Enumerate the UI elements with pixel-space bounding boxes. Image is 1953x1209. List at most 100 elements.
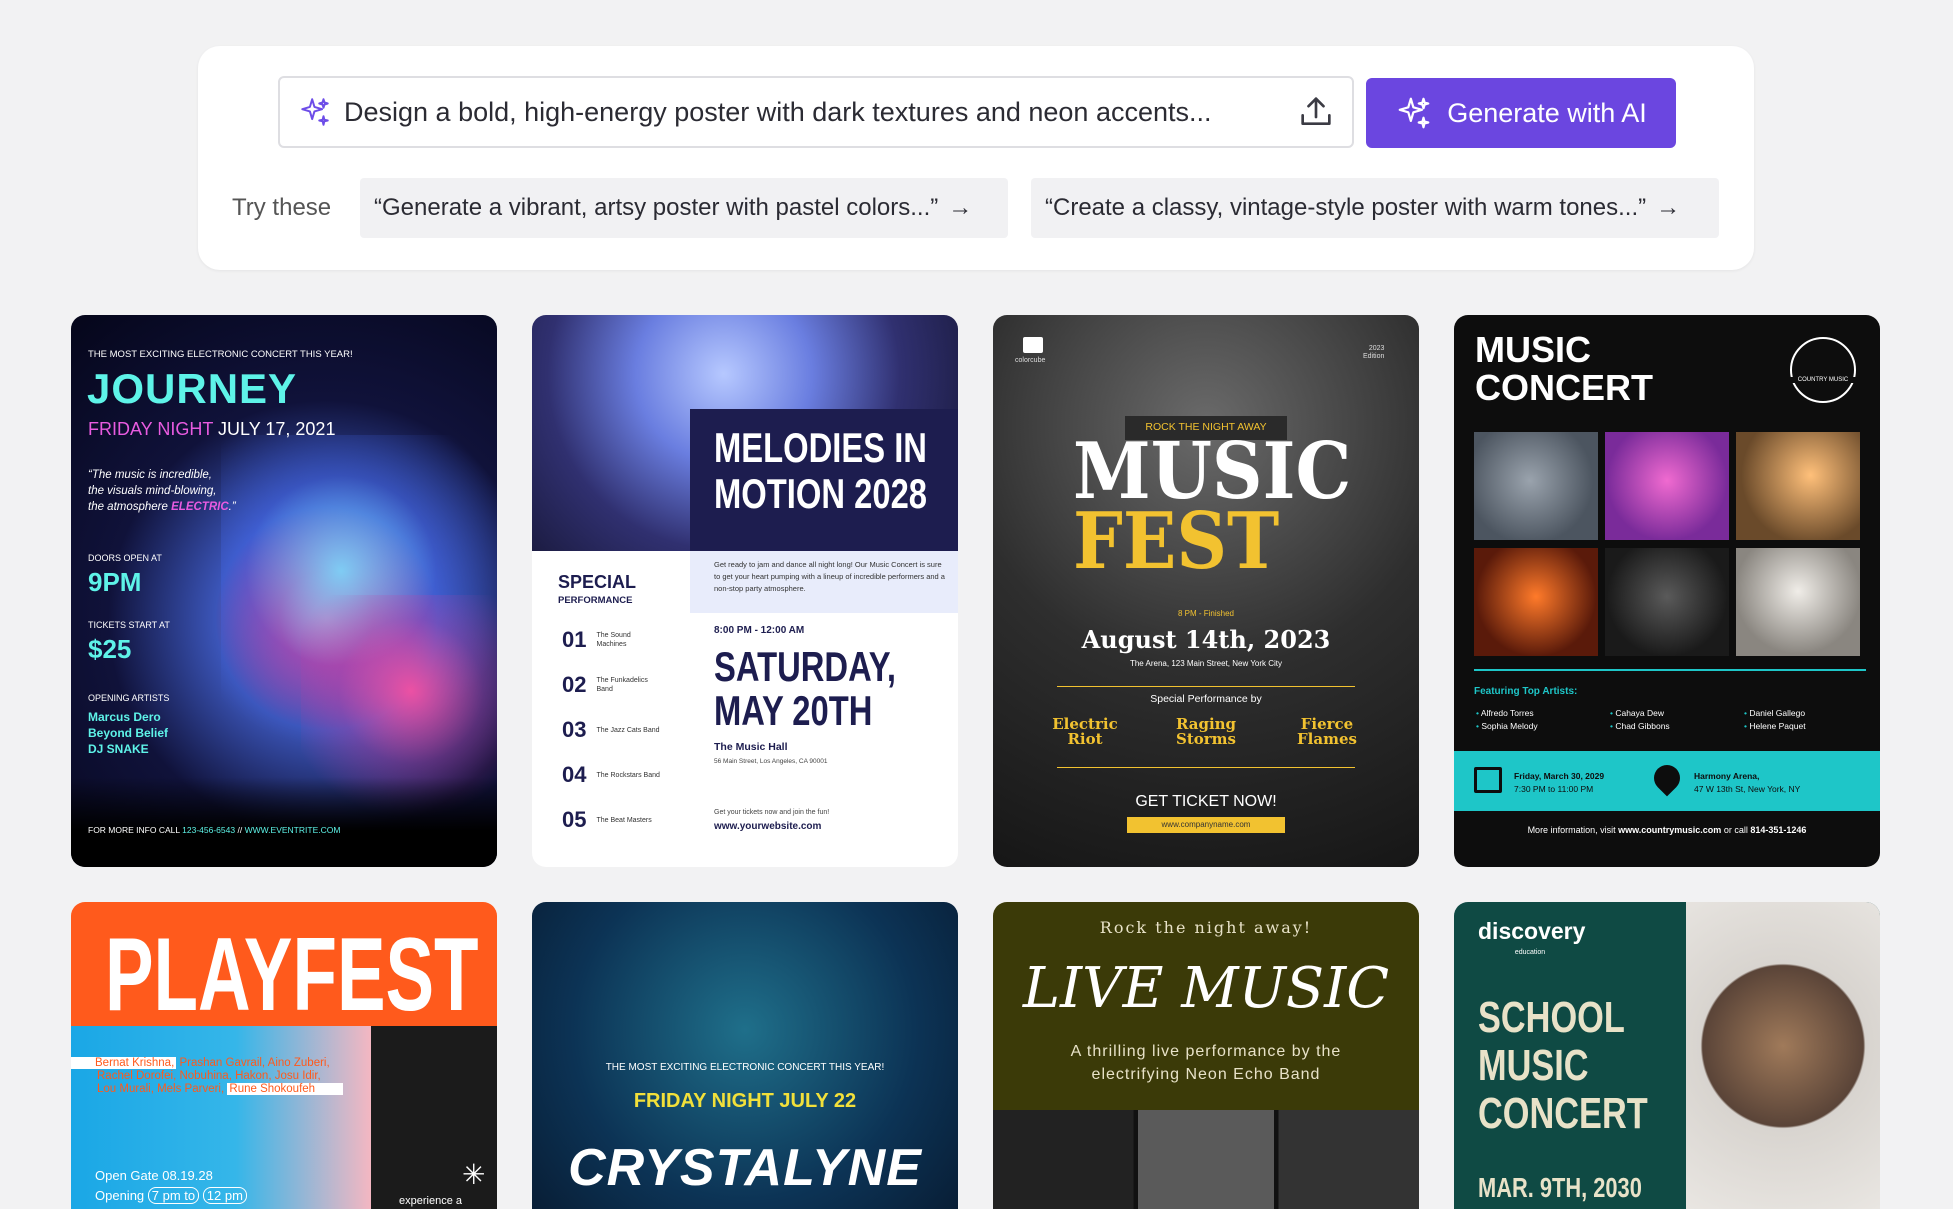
quote-highlight: ELECTRIC — [171, 501, 229, 513]
poster-playfest[interactable]: PLAYFEST Bernat Krishna, Prashan Gavrail… — [71, 902, 497, 1209]
upload-icon[interactable] — [1296, 92, 1336, 132]
suggestion-chip-pastel[interactable]: “Generate a vibrant, artsy poster with p… — [360, 178, 1008, 238]
poster-time: 8:00 PM - 12:00 AM — [714, 625, 805, 636]
special-label: Special Performance by — [1150, 693, 1262, 705]
lineup-name: Lou Murali, Mels Parveri, — [97, 1083, 225, 1095]
artist-column: • Cahaya Dew • Chad Gibbons — [1610, 707, 1670, 733]
doors-value: 9PM — [88, 567, 142, 597]
poster-title: PLAYFEST — [105, 917, 479, 1033]
footer-part: or call — [1723, 825, 1748, 835]
generate-with-ai-button[interactable]: Generate with AI — [1366, 78, 1676, 148]
prompt-input[interactable]: Design a bold, high-energy poster with d… — [278, 76, 1354, 148]
footer-part: www.countrymusic.com — [1618, 825, 1722, 835]
poster-kicker: THE MOST EXCITING ELECTRONIC CONCERT THI… — [88, 349, 353, 360]
act-row: 03 The Jazz Cats Band — [562, 717, 692, 743]
act-name: The Sound Machines — [596, 632, 631, 648]
poster-crystalyne[interactable]: THE MOST EXCITING ELECTRONIC CONCERT THI… — [532, 902, 958, 1209]
poster-music-fest[interactable]: colorcube 2023 Edition ROCK THE NIGHT AW… — [993, 315, 1419, 867]
asterisk-icon: ✳ — [462, 1159, 486, 1190]
suggestion-chip-vintage[interactable]: “Create a classy, vintage-style poster w… — [1031, 178, 1719, 238]
badge-label: COUNTRY MUSIC — [1790, 377, 1856, 383]
artist-photo — [1736, 548, 1860, 656]
title-line: MELODIES IN — [714, 424, 927, 471]
poster-description: Get ready to jam and dance all night lon… — [714, 560, 945, 593]
title-line: MUSIC — [1475, 329, 1591, 370]
poster-footer: More information, visit www.countrymusic… — [1454, 825, 1880, 835]
lineup-name: Prashan Gavrail, Aino Zuberi, — [179, 1057, 330, 1069]
quote-line: .” — [228, 501, 236, 513]
act-number: 02 — [562, 672, 587, 697]
date-part: FRIDAY NIGHT — [88, 419, 214, 439]
title-line: MUSIC — [1478, 1041, 1589, 1090]
poster-title: CRYSTALYNE — [568, 1139, 922, 1197]
artist-name: • Cahaya Dew — [1610, 708, 1665, 718]
cta-text: GET TICKET NOW! — [1135, 793, 1277, 810]
poster-live-music[interactable]: Rock the night away! LIVE MUSIC A thrill… — [993, 902, 1419, 1209]
artist-name: • Sophia Melody — [1476, 721, 1538, 731]
poster-melodies[interactable]: MELODIES IN MOTION 2028 SPECIAL PERFORMA… — [532, 315, 958, 867]
divider — [1057, 767, 1355, 768]
act-row: 02 The Funkadelics Band — [562, 672, 692, 698]
title-line: CONCERT — [1478, 1089, 1648, 1138]
prompt-card: Design a bold, high-energy poster with d… — [198, 46, 1754, 270]
artists-label: OPENING ARTISTS — [88, 693, 170, 703]
artist-name: • Daniel Gallego — [1744, 708, 1806, 718]
artist-photo — [1605, 432, 1729, 540]
edition: 2023 Edition — [1363, 345, 1384, 361]
poster-venue: The Arena, 123 Main Street, New York Cit… — [1129, 659, 1283, 668]
website: www.companyname.com — [1127, 817, 1285, 833]
poster-title: MELODIES IN MOTION 2028 — [714, 425, 927, 517]
lineup-name: Rune Shokoufeh — [227, 1083, 344, 1095]
act-number: 05 — [562, 807, 587, 832]
cube-logo-icon — [1023, 337, 1043, 353]
poster-music-concert[interactable]: MUSIC CONCERT COUNTRY MUSIC Featuring To… — [1454, 315, 1880, 867]
website: www.yourwebsite.com — [714, 821, 822, 832]
artist-text: Chad Gibbons — [1615, 721, 1670, 731]
opening-part: Opening — [95, 1188, 145, 1203]
special-label: SPECIAL — [558, 572, 637, 592]
opening-time: Opening 7 pm to 12 pm — [95, 1187, 247, 1204]
poster-date: FRIDAY NIGHT JULY 22 — [633, 1090, 857, 1112]
act-row: 05 The Beat Masters — [562, 807, 692, 833]
title-line: FEST — [1073, 496, 1280, 587]
date-line: 7:30 PM to 11:00 PM — [1514, 784, 1594, 794]
poster-title: SCHOOL MUSIC CONCERT — [1478, 994, 1648, 1138]
poster-journey[interactable]: THE MOST EXCITING ELECTRONIC CONCERT THI… — [71, 315, 497, 867]
poster-date: FRIDAY NIGHT JULY 17, 2021 — [88, 419, 335, 440]
poster-date: August 14th, 2023 — [1081, 625, 1331, 654]
cta-text: Get your tickets now and join the fun! — [714, 809, 830, 816]
venue-line: 47 W 13th St, New York, NY — [1694, 784, 1801, 794]
title-line: CONCERT — [1475, 367, 1653, 408]
lineup-name: Bernat Krishna, — [71, 1057, 177, 1069]
prompt-text[interactable]: Design a bold, high-energy poster with d… — [344, 97, 1288, 128]
artist-name: • Chad Gibbons — [1610, 721, 1670, 731]
artist-column: • Daniel Gallego • Helene Paquet — [1744, 707, 1806, 733]
footer-part: 123-456-6543 — [182, 825, 236, 835]
try-these-label: Try these — [232, 194, 332, 221]
title-line: MOTION 2028 — [714, 470, 928, 517]
act-name: The Funkadelics Band — [596, 677, 648, 693]
opening-part: 7 pm to — [147, 1187, 200, 1204]
edition-line: 2023 — [1368, 345, 1385, 352]
poster-photo — [1686, 902, 1880, 1209]
brand-name: colorcube — [1015, 357, 1046, 364]
desc-line: electrifying Neon Echo Band — [1091, 1066, 1321, 1083]
arrow-right-icon: → — [948, 194, 973, 221]
event-date: Friday, March 30, 2029 7:30 PM to 11:00 … — [1514, 770, 1604, 796]
date-part: JULY 17, 2021 — [218, 419, 336, 439]
lineup-name: Rachel Dorofei, Nobuhina, Hakon, Josu Id… — [97, 1070, 321, 1082]
title-line: SCHOOL — [1478, 993, 1625, 1042]
featuring-label: Featuring Top Artists: — [1474, 686, 1578, 697]
poster-title: MUSIC FEST — [1073, 433, 1351, 587]
quote-line: “The music is incredible, — [88, 469, 212, 481]
poster-quote: “The music is incredible, the visuals mi… — [88, 467, 236, 515]
poster-artwork — [71, 777, 497, 867]
event-venue: Harmony Arena, 47 W 13th St, New York, N… — [1694, 770, 1800, 796]
divider — [1474, 669, 1866, 671]
desc-line: A thrilling live performance by the — [1070, 1043, 1342, 1060]
artist-list: Marcus Dero Beyond Belief DJ SNAKE — [88, 709, 168, 757]
band-name: Fierce Flames — [1297, 715, 1357, 748]
act-number: 04 — [562, 762, 587, 787]
artist-name: Marcus Dero — [88, 710, 161, 724]
poster-school-concert[interactable]: discovery education SCHOOL MUSIC CONCERT… — [1454, 902, 1880, 1209]
